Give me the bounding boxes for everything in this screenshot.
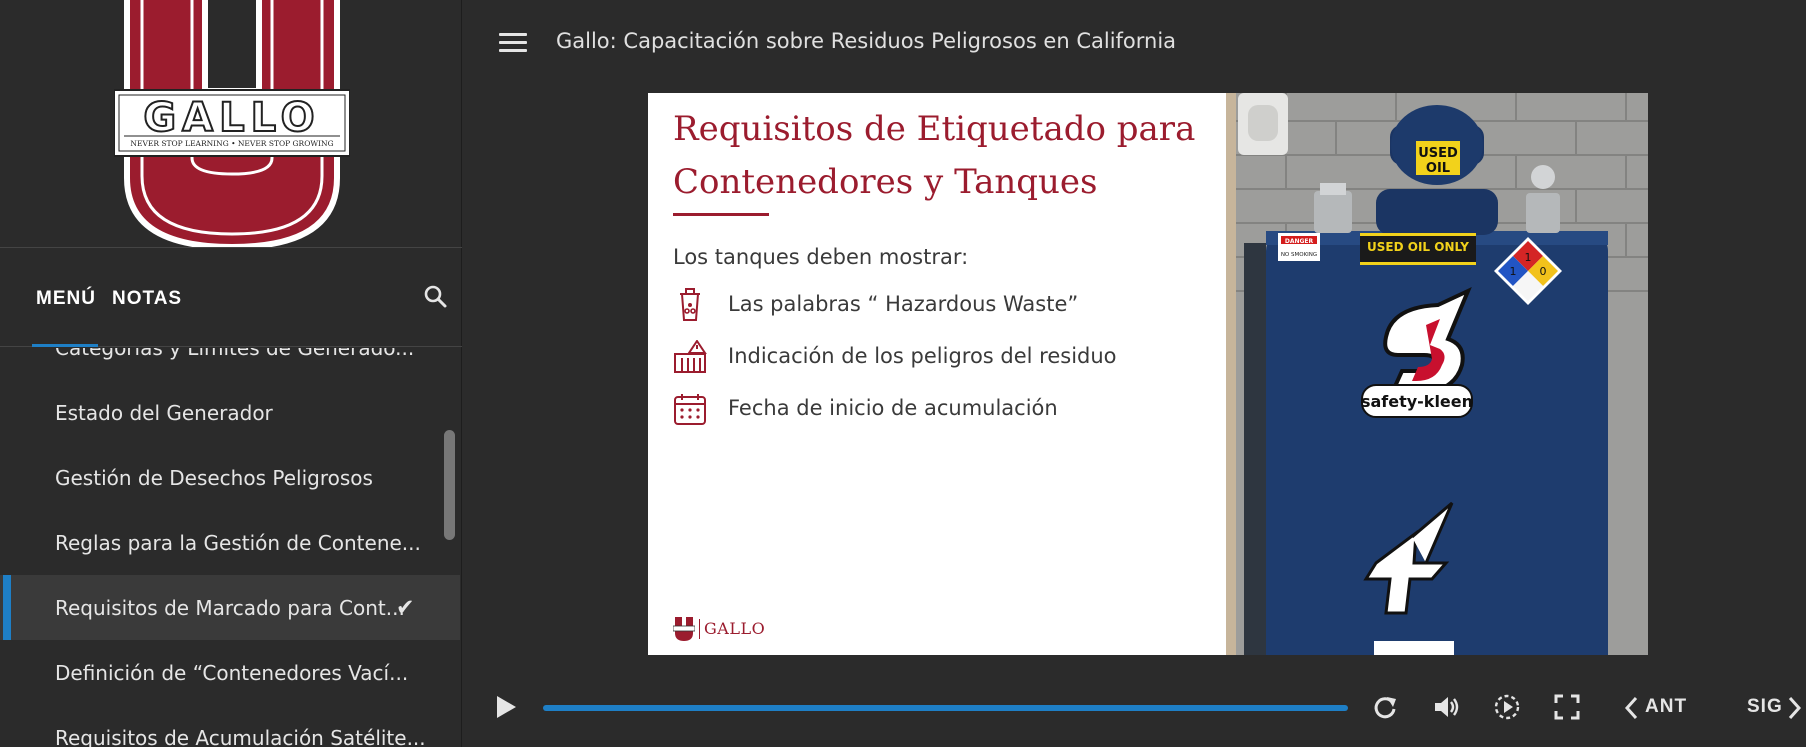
menu-scrollbar[interactable] [444,430,455,540]
sidebar-tabs: MENÚ NOTAS [0,249,462,347]
menu-item-label: Definición de “Contenedores Vací... [55,660,409,685]
slide-logo-text: GALLO [704,619,766,638]
progress-bar[interactable] [543,705,1348,711]
tab-notes[interactable]: NOTAS [112,288,182,310]
play-icon[interactable] [494,694,518,720]
svg-text:safety-kleen: safety-kleen [1361,392,1473,411]
menu-item-label: Estado del Generador [55,400,273,425]
fullscreen-icon[interactable] [1552,692,1582,722]
active-tab-indicator [32,344,98,347]
slide: Requisitos de Etiquetado para Contenedor… [648,93,1648,655]
svg-text:OIL: OIL [1426,161,1450,176]
svg-text:1: 1 [1510,265,1517,278]
sidebar: GALLO NEVER STOP LEARNING • NEVER STOP G… [0,0,462,747]
title-divider [673,213,769,216]
hazard-warning-icon [673,339,707,374]
menu-item-label: Requisitos de Acumulación Satélite... [55,725,426,747]
menu-item-label: Requisitos de Marcado para Cont... [55,595,405,620]
player-controls: ANT SIG [463,664,1806,747]
prev-label: ANT [1645,696,1688,717]
calendar-icon [673,392,707,426]
replay-icon[interactable] [1370,692,1400,722]
menu-item[interactable]: Gestión de Desechos Peligrosos [0,445,460,510]
svg-text:0: 0 [1540,265,1547,278]
svg-text:1: 1 [1525,251,1532,264]
search-icon[interactable] [422,283,450,311]
slide-title: Requisitos de Etiquetado para Contenedor… [673,109,1196,202]
playback-speed-icon[interactable] [1492,692,1522,722]
bullet-text: Las palabras “ Hazardous Waste” [728,292,1079,316]
hamburger-icon[interactable] [499,33,527,53]
bullet-text: Fecha de inicio de acumulación [728,396,1058,420]
course-title: Gallo: Capacitación sobre Residuos Pelig… [556,29,1177,53]
chevron-left-icon [1624,696,1638,720]
logo-separator [699,619,700,639]
svg-text:USED: USED [1418,146,1458,161]
tab-menu[interactable]: MENÚ [36,288,96,310]
menu-item[interactable]: Definición de “Contenedores Vací... [0,640,460,705]
player-main: Gallo: Capacitación sobre Residuos Pelig… [463,0,1806,747]
svg-text:DANGER: DANGER [1285,238,1314,245]
volume-icon[interactable] [1432,692,1462,722]
menu-item[interactable]: Requisitos de Acumulación Satélite... [0,705,460,747]
svg-text:NO SMOKING: NO SMOKING [1281,252,1317,258]
checkmark-icon: ✔ [396,595,415,620]
svg-text:GALLO: GALLO [143,95,320,141]
svg-text:NEVER STOP LEARNING • NEVER ST: NEVER STOP LEARNING • NEVER STOP GROWING [130,139,333,148]
menu-item-label: Categorías y Límites de Generado... [55,348,414,360]
gallo-mark-icon [673,617,695,641]
photo-edge [1226,93,1236,655]
menu-item-current[interactable]: Requisitos de Marcado para Cont... ✔ [0,575,460,640]
menu-item-label: Gestión de Desechos Peligrosos [55,465,373,490]
hazardous-container-icon [673,288,707,322]
menu-item[interactable]: Estado del Generador [0,380,460,445]
menu-item[interactable]: Reglas para la Gestión de Contene... [0,510,460,575]
next-label: SIG [1747,696,1783,717]
chevron-right-icon [1788,696,1802,720]
svg-text:USED OIL ONLY: USED OIL ONLY [1367,240,1469,254]
next-button[interactable]: SIG [1747,693,1806,723]
menu-item-label: Reglas para la Gestión de Contene... [55,530,421,555]
slide-intro: Los tanques deben mostrar: [673,245,969,269]
menu-list: Categorías y Límites de Generado... Esta… [0,348,460,747]
bullet-text: Indicación de los peligros del residuo [728,344,1117,368]
menu-item[interactable]: Categorías y Límites de Generado... [0,348,460,380]
used-oil-tank-photo: USED OIL DANGER NO SMOKING USED OIL ONLY [1226,93,1648,655]
gallo-u-logo: GALLO NEVER STOP LEARNING • NEVER STOP G… [0,0,462,248]
